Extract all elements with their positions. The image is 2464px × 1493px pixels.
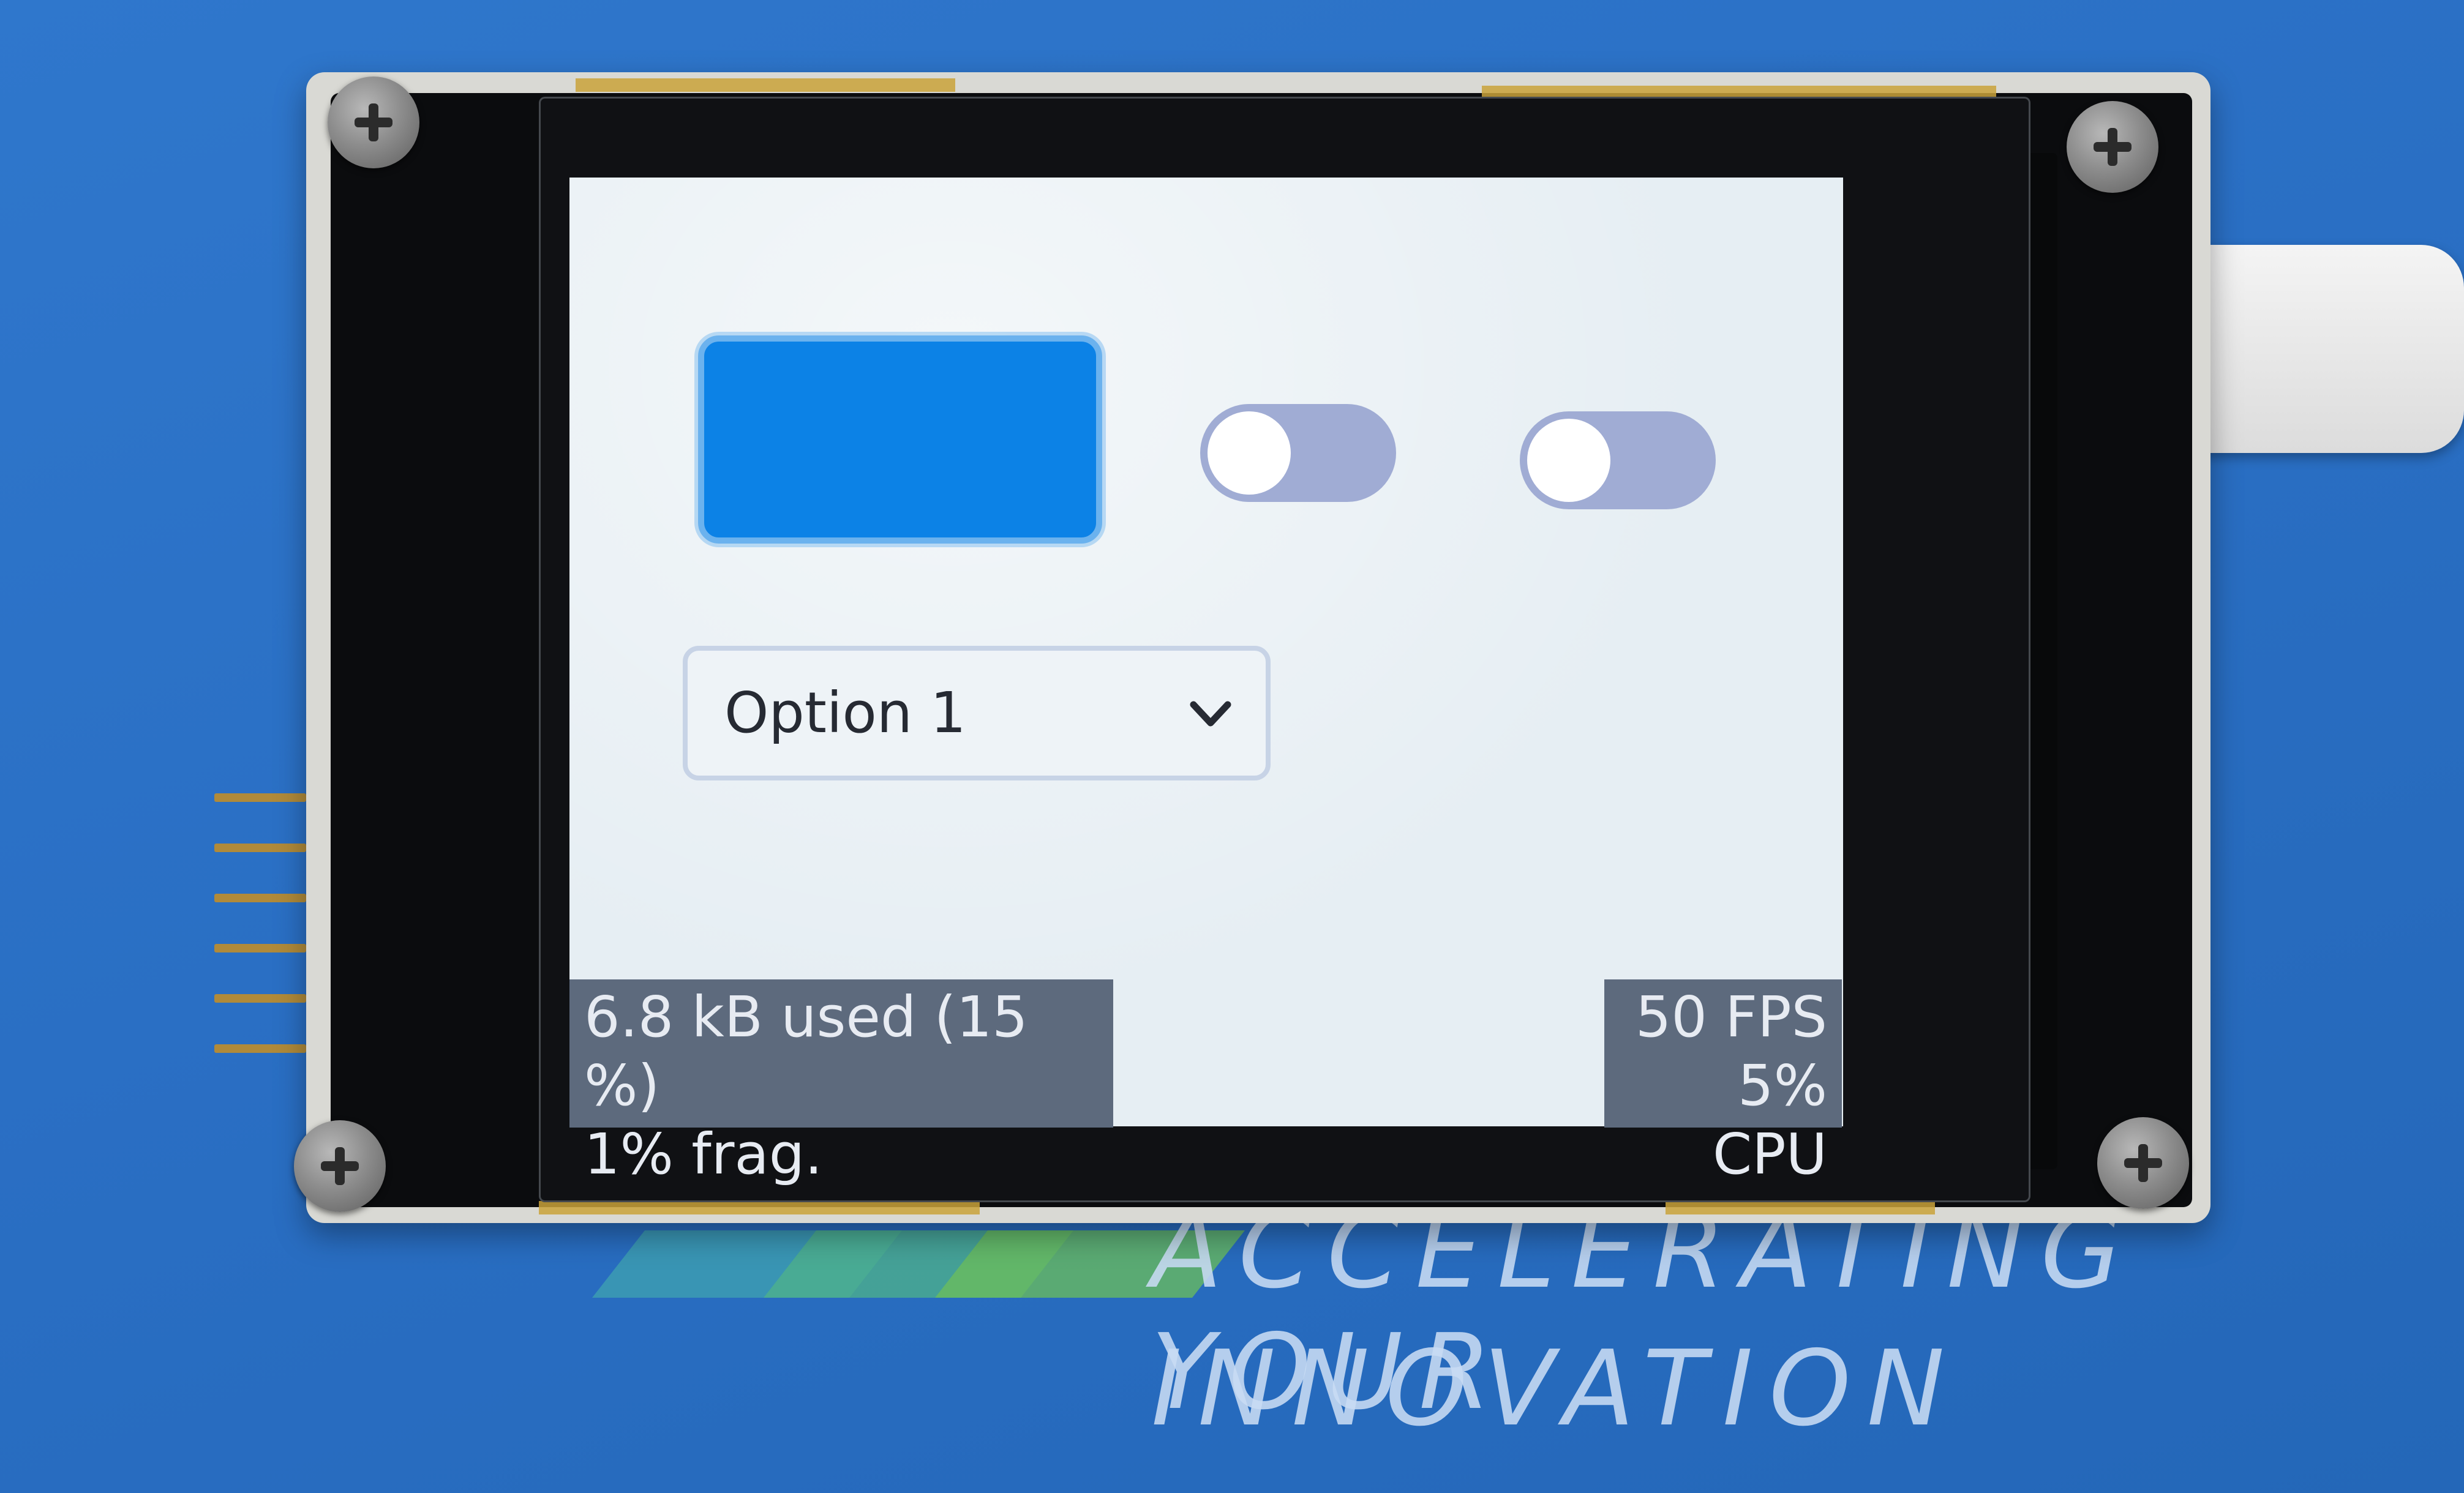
- option-dropdown[interactable]: Option 1: [683, 646, 1271, 780]
- header-pin: [214, 994, 306, 1003]
- fps-text: 50 FPS: [1635, 984, 1827, 1050]
- cpu-text: 5% CPU: [1712, 1053, 1827, 1187]
- header-pin: [214, 944, 306, 952]
- memory-frag-text: 1% frag.: [584, 1121, 823, 1187]
- dropdown-selected-label: Option 1: [724, 680, 966, 746]
- phillips-screw-icon: [2067, 101, 2158, 193]
- mat-slogan-line-2: INNOVATION: [1151, 1328, 1961, 1450]
- phillips-screw-icon: [294, 1120, 386, 1212]
- chevron-down-icon: [1190, 701, 1231, 727]
- primary-button[interactable]: [698, 335, 1102, 544]
- phillips-screw-icon: [2097, 1117, 2189, 1209]
- header-pin: [214, 844, 306, 852]
- toggle-switch-1[interactable]: [1200, 404, 1396, 502]
- header-pin: [214, 1044, 306, 1053]
- kapton-tape: [1666, 1201, 1935, 1214]
- kapton-tape: [539, 1201, 980, 1214]
- kapton-tape: [576, 78, 955, 92]
- header-pin: [214, 793, 306, 802]
- toggle-switch-2[interactable]: [1520, 411, 1716, 509]
- phillips-screw-icon: [328, 77, 419, 168]
- memory-monitor: 6.8 kB used (15 %) 1% frag.: [569, 979, 1113, 1187]
- switch-knob: [1527, 419, 1610, 502]
- memory-used-text: 6.8 kB used (15 %): [584, 984, 1028, 1118]
- switch-knob: [1208, 411, 1291, 495]
- header-pin: [214, 894, 306, 902]
- performance-monitor: 50 FPS 5% CPU: [1604, 979, 1842, 1187]
- usb-cable-plug: [2174, 245, 2464, 453]
